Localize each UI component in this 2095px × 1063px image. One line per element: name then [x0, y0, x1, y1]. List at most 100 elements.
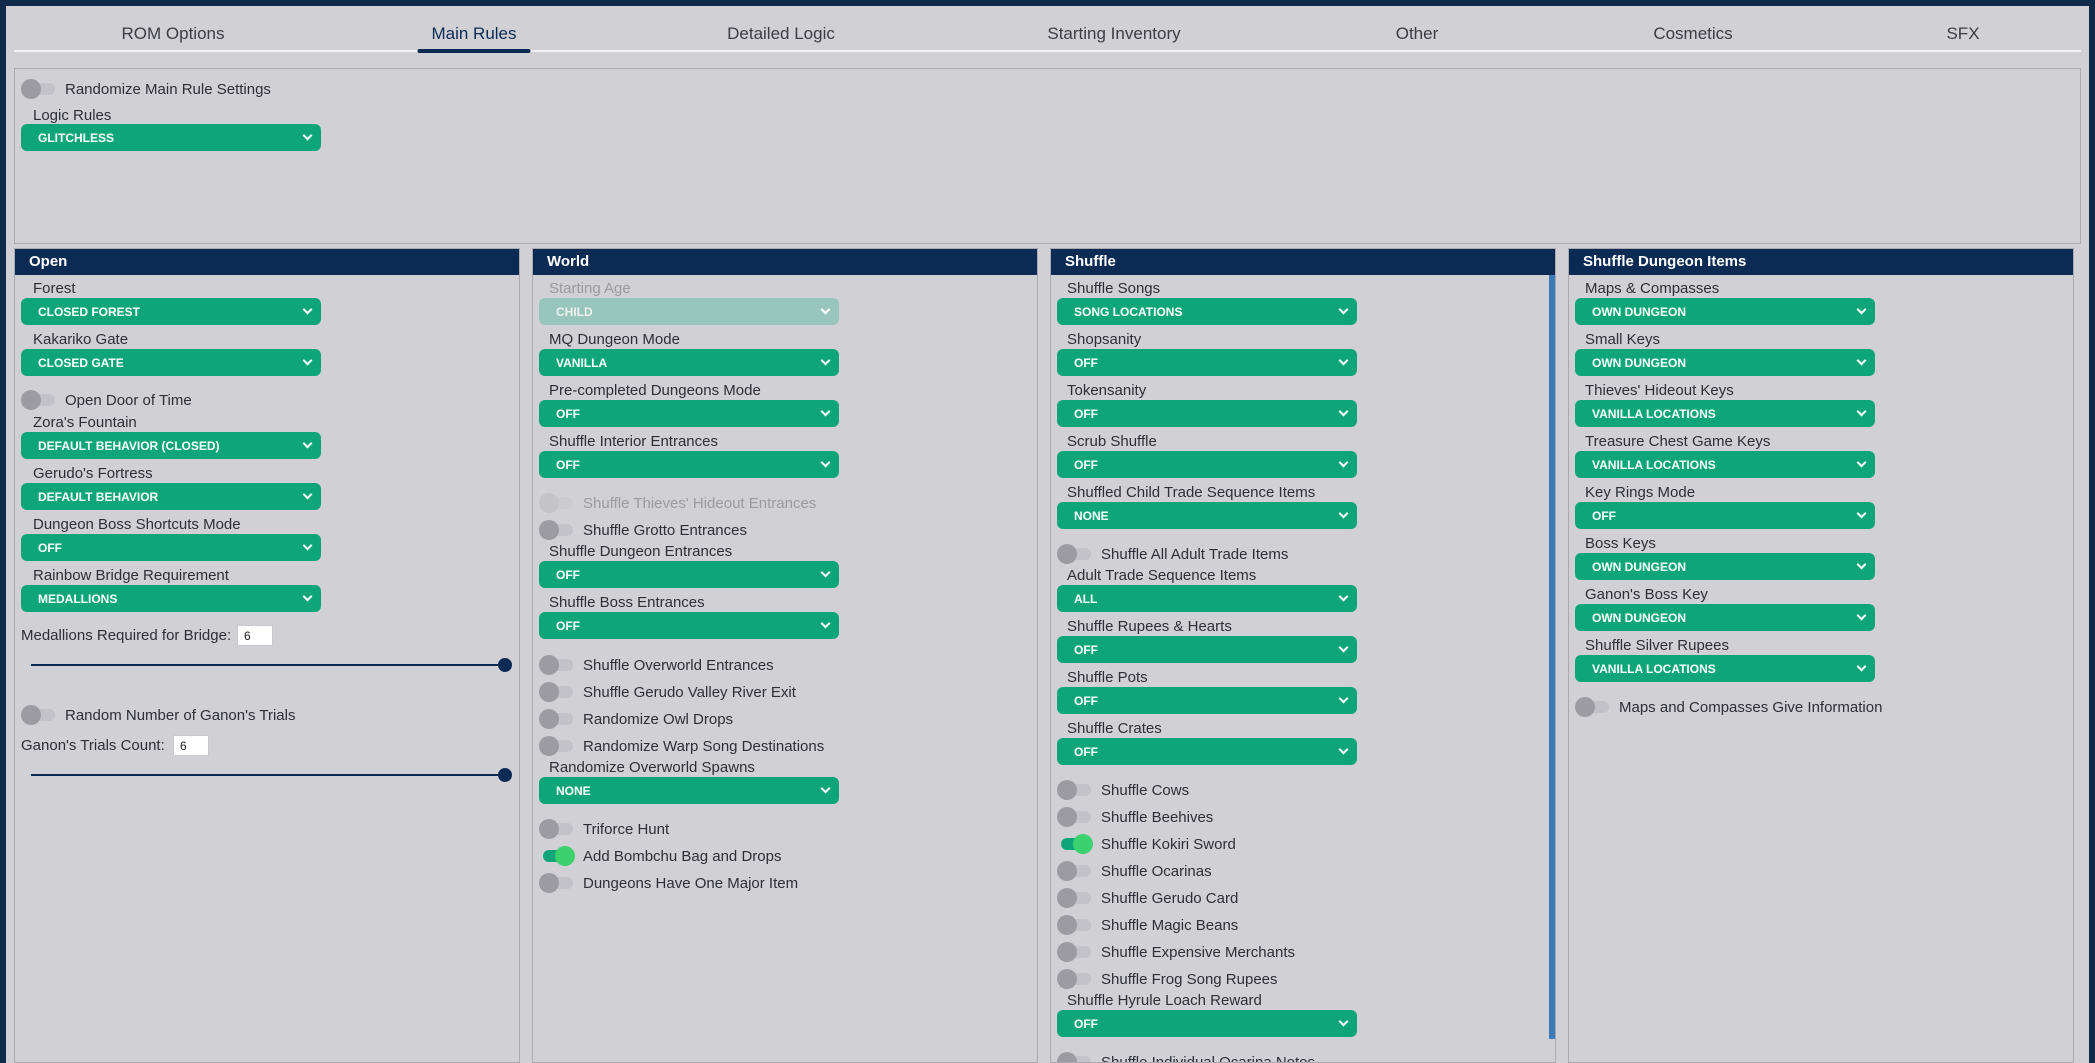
thieves-keys-select[interactable]: VANILLA LOCATIONS [1575, 400, 1875, 427]
shuffle-panel-header: Shuffle [1051, 249, 1555, 275]
chevron-down-icon [1338, 1016, 1349, 1027]
tokensanity-label: Tokensanity [1067, 382, 1147, 399]
frog-song-rupees-toggle[interactable] [1057, 969, 1093, 989]
dungeon-items-panel: Shuffle Dungeon Items Maps & Compasses O… [1568, 248, 2074, 1063]
trials-count-input[interactable] [173, 735, 209, 756]
shopsanity-select[interactable]: OFF [1057, 349, 1357, 376]
hyrule-loach-select[interactable]: OFF [1057, 1010, 1357, 1037]
tokensanity-select[interactable]: OFF [1057, 400, 1357, 427]
shuffle-ocarinas-toggle[interactable] [1057, 861, 1093, 881]
maps-info-toggle[interactable] [1575, 697, 1611, 717]
child-trade-select[interactable]: NONE [1057, 502, 1357, 529]
chevron-down-icon [1856, 304, 1867, 315]
thieves-hideout-toggle[interactable] [539, 493, 575, 513]
grotto-entrances-toggle[interactable] [539, 520, 575, 540]
chevron-down-icon [302, 438, 313, 449]
owl-drops-toggle[interactable] [539, 709, 575, 729]
open-door-of-time-toggle[interactable] [21, 390, 57, 410]
medallions-slider-thumb[interactable] [498, 658, 512, 672]
tab-main-rules[interactable]: Main Rules [417, 24, 531, 53]
shuffle-panel: Shuffle Shuffle Songs SONG LOCATIONS Sho… [1050, 248, 1556, 1063]
overworld-entrances-toggle[interactable] [539, 655, 575, 675]
forest-select[interactable]: CLOSED FOREST [21, 298, 321, 325]
rainbow-bridge-label: Rainbow Bridge Requirement [33, 567, 229, 584]
boss-shortcuts-select[interactable]: OFF [21, 534, 321, 561]
grotto-entrances-label: Shuffle Grotto Entrances [583, 522, 747, 539]
one-major-item-toggle[interactable] [539, 873, 575, 893]
random-trials-toggle[interactable] [21, 705, 57, 725]
key-rings-select[interactable]: OFF [1575, 502, 1875, 529]
chevron-down-icon [1338, 744, 1349, 755]
kakariko-gate-label: Kakariko Gate [33, 331, 129, 348]
chevron-down-icon [302, 355, 313, 366]
bombchu-bag-toggle[interactable] [539, 846, 575, 866]
boss-keys-select[interactable]: OWN DUNGEON [1575, 553, 1875, 580]
mq-dungeon-label: MQ Dungeon Mode [549, 331, 680, 348]
one-major-item-label: Dungeons Have One Major Item [583, 875, 799, 892]
small-keys-select[interactable]: OWN DUNGEON [1575, 349, 1875, 376]
logic-rules-label: Logic Rules [33, 107, 112, 124]
world-panel-header: World [533, 249, 1037, 275]
kakariko-gate-select[interactable]: CLOSED GATE [21, 349, 321, 376]
triforce-hunt-toggle[interactable] [539, 819, 575, 839]
medallions-count-input[interactable] [237, 625, 273, 646]
chevron-down-icon [1856, 610, 1867, 621]
all-adult-trade-toggle[interactable] [1057, 544, 1093, 564]
zoras-fountain-label: Zora's Fountain [33, 414, 137, 431]
shuffle-pots-select[interactable]: OFF [1057, 687, 1357, 714]
shuffle-cows-toggle[interactable] [1057, 780, 1093, 800]
shuffle-gerudo-card-toggle[interactable] [1057, 888, 1093, 908]
randomize-main-rules-toggle[interactable] [21, 79, 57, 99]
dungeon-entrances-select[interactable]: OFF [539, 561, 839, 588]
tab-cosmetics[interactable]: Cosmetics [1653, 24, 1732, 44]
starting-age-select[interactable]: CHILD [539, 298, 839, 325]
boss-entrances-select[interactable]: OFF [539, 612, 839, 639]
zoras-fountain-select[interactable]: DEFAULT BEHAVIOR (CLOSED) [21, 432, 321, 459]
mq-dungeon-select[interactable]: VANILLA [539, 349, 839, 376]
chevron-down-icon [820, 355, 831, 366]
chevron-down-icon [302, 489, 313, 500]
chevron-down-icon [1338, 642, 1349, 653]
gerudo-river-toggle[interactable] [539, 682, 575, 702]
forest-label: Forest [33, 280, 76, 297]
shuffle-songs-select[interactable]: SONG LOCATIONS [1057, 298, 1357, 325]
chevron-down-icon [820, 406, 831, 417]
chevron-down-icon [1856, 508, 1867, 519]
medallions-slider-track[interactable] [31, 664, 505, 666]
thieves-hideout-label: Shuffle Thieves' Hideout Entrances [583, 495, 817, 512]
logic-rules-select[interactable]: GLITCHLESS [21, 124, 321, 151]
adult-trade-select[interactable]: ALL [1057, 585, 1357, 612]
overworld-spawns-select[interactable]: NONE [539, 777, 839, 804]
app-window: ROM Options Main Rules Detailed Logic St… [6, 6, 2089, 1063]
interior-entrances-select[interactable]: OFF [539, 451, 839, 478]
gerudo-fortress-select[interactable]: DEFAULT BEHAVIOR [21, 483, 321, 510]
expensive-merchants-toggle[interactable] [1057, 942, 1093, 962]
rainbow-bridge-select[interactable]: MEDALLIONS [21, 585, 321, 612]
tab-starting-inventory[interactable]: Starting Inventory [1047, 24, 1180, 44]
ganon-boss-key-select[interactable]: OWN DUNGEON [1575, 604, 1875, 631]
scrub-shuffle-select[interactable]: OFF [1057, 451, 1357, 478]
chest-game-keys-select[interactable]: VANILLA LOCATIONS [1575, 451, 1875, 478]
ocarina-notes-toggle[interactable] [1057, 1052, 1093, 1062]
shuffle-crates-select[interactable]: OFF [1057, 738, 1357, 765]
rupees-hearts-select[interactable]: OFF [1057, 636, 1357, 663]
silver-rupees-select[interactable]: VANILLA LOCATIONS [1575, 655, 1875, 682]
trials-slider-thumb[interactable] [498, 768, 512, 782]
shuffle-beehives-toggle[interactable] [1057, 807, 1093, 827]
shuffle-magic-beans-toggle[interactable] [1057, 915, 1093, 935]
chevron-down-icon [302, 540, 313, 551]
trials-slider-track[interactable] [31, 774, 505, 776]
chevron-down-icon [1338, 591, 1349, 602]
chevron-down-icon [1856, 661, 1867, 672]
maps-compasses-select[interactable]: OWN DUNGEON [1575, 298, 1875, 325]
tab-rom-options[interactable]: ROM Options [122, 24, 225, 44]
tab-other[interactable]: Other [1396, 24, 1439, 44]
chevron-down-icon [302, 591, 313, 602]
shuffle-kokiri-sword-toggle[interactable] [1057, 834, 1093, 854]
tab-sfx[interactable]: SFX [1946, 24, 1979, 44]
shuffle-panel-scrollbar[interactable] [1549, 275, 1555, 1039]
warp-song-toggle[interactable] [539, 736, 575, 756]
interior-entrances-label: Shuffle Interior Entrances [549, 433, 718, 450]
tab-detailed-logic[interactable]: Detailed Logic [727, 24, 835, 44]
precompleted-select[interactable]: OFF [539, 400, 839, 427]
